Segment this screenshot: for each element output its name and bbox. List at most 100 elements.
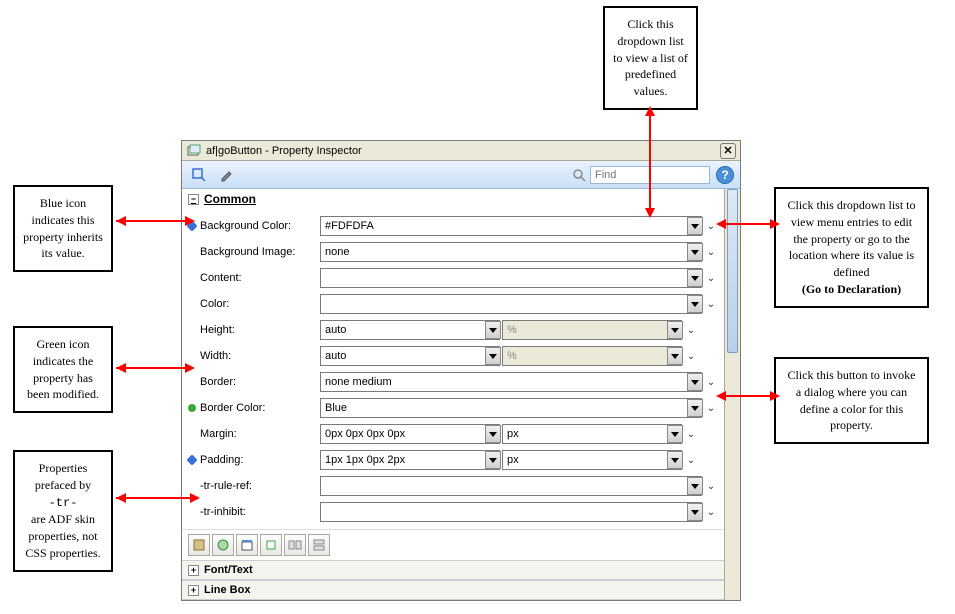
dropdown-icon[interactable]	[667, 347, 683, 365]
tool3-button[interactable]	[236, 534, 258, 556]
field-value: none medium	[325, 376, 392, 388]
content-area: − Common Background Color: #FDFDFA ⌄ Bac…	[182, 189, 740, 600]
prop-tr-rule-ref: -tr-rule-ref: ⌄	[188, 473, 718, 499]
callout-top: Click this dropdown list to view a list …	[603, 6, 698, 110]
menu-chevron[interactable]: ⌄	[684, 425, 698, 443]
dropdown-icon[interactable]	[485, 347, 501, 365]
titlebar: af|goButton - Property Inspector ✕	[182, 141, 740, 161]
field-value: #FDFDFA	[325, 220, 374, 232]
dropdown-icon[interactable]	[687, 503, 703, 521]
prop-label-text: Background Color:	[200, 220, 291, 232]
search-box	[572, 166, 710, 184]
arrow-head-icon	[770, 391, 780, 401]
section-linebox[interactable]: + Line Box	[182, 580, 724, 600]
margin-unit-field[interactable]: px	[502, 424, 682, 444]
search-icon	[572, 168, 586, 182]
width-unit-field[interactable]: %	[502, 346, 682, 366]
trrule-field[interactable]	[320, 476, 702, 496]
trinhibit-field[interactable]	[320, 502, 702, 522]
arrow-head-icon	[185, 363, 195, 373]
menu-chevron[interactable]: ⌄	[704, 477, 718, 495]
prop-background-image: Background Image: none ⌄	[188, 239, 718, 265]
edit-button[interactable]	[216, 164, 238, 186]
dropdown-icon[interactable]	[687, 243, 703, 261]
arrow-head-icon	[190, 493, 200, 503]
callout-color-button: Click this button to invoke a dialog whe…	[774, 357, 929, 444]
tool4-button[interactable]	[260, 534, 282, 556]
field-value: %	[507, 324, 517, 336]
menu-chevron[interactable]: ⌄	[684, 347, 698, 365]
content-field[interactable]	[320, 268, 702, 288]
tool1-button[interactable]	[188, 534, 210, 556]
dropdown-icon[interactable]	[667, 321, 683, 339]
locate-button[interactable]	[188, 164, 210, 186]
arrow-head-icon	[116, 363, 126, 373]
field-value: 0px 0px 0px 0px	[325, 428, 405, 440]
scrollbar-thumb[interactable]	[727, 189, 738, 353]
arrow-line	[725, 395, 772, 397]
section-fonttext[interactable]: + Font/Text	[182, 560, 724, 580]
dropdown-icon[interactable]	[687, 477, 703, 495]
bgcolor-field[interactable]: #FDFDFA	[320, 216, 702, 236]
dropdown-icon[interactable]	[687, 295, 703, 313]
arrow-line	[116, 220, 186, 222]
menu-chevron[interactable]: ⌄	[704, 503, 718, 521]
expand-icon[interactable]: +	[188, 565, 199, 576]
prop-label-text: Color:	[200, 298, 229, 310]
dropdown-icon[interactable]	[687, 269, 703, 287]
collapse-icon[interactable]: −	[188, 194, 199, 205]
padding-unit-field[interactable]: px	[502, 450, 682, 470]
dropdown-icon[interactable]	[687, 399, 703, 417]
prop-background-color: Background Color: #FDFDFA ⌄	[188, 213, 718, 239]
menu-chevron[interactable]: ⌄	[704, 399, 718, 417]
tool5-button[interactable]	[284, 534, 306, 556]
section-common[interactable]: − Common	[182, 189, 724, 209]
height-unit-field[interactable]: %	[502, 320, 682, 340]
arrow-line	[116, 367, 186, 369]
menu-chevron[interactable]: ⌄	[704, 269, 718, 287]
property-inspector-window: af|goButton - Property Inspector ✕ ? − C…	[181, 140, 741, 601]
margin-field[interactable]: 0px 0px 0px 0px	[320, 424, 500, 444]
field-value: px	[507, 454, 519, 466]
prop-label-text: Width:	[200, 350, 231, 362]
menu-chevron[interactable]: ⌄	[704, 243, 718, 261]
dropdown-icon[interactable]	[485, 451, 501, 469]
toolbar: ?	[182, 161, 740, 189]
color-field[interactable]	[320, 294, 702, 314]
border-field[interactable]: none medium	[320, 372, 702, 392]
section-label: Common	[204, 192, 256, 206]
section-label: Font/Text	[204, 564, 253, 576]
dropdown-icon[interactable]	[687, 217, 703, 235]
bgimage-field[interactable]: none	[320, 242, 702, 262]
close-button[interactable]: ✕	[720, 143, 736, 159]
tool6-button[interactable]	[308, 534, 330, 556]
prop-content: Content: ⌄	[188, 265, 718, 291]
help-button[interactable]: ?	[716, 166, 734, 184]
prop-tr-inhibit: -tr-inhibit: ⌄	[188, 499, 718, 525]
dropdown-icon[interactable]	[667, 425, 683, 443]
dropdown-icon[interactable]	[667, 451, 683, 469]
callout-text: are ADF skin properties, not CSS propert…	[25, 512, 100, 560]
expand-icon[interactable]: +	[188, 585, 199, 596]
menu-chevron[interactable]: ⌄	[704, 295, 718, 313]
dropdown-icon[interactable]	[485, 425, 501, 443]
inherits-icon	[186, 454, 197, 465]
prop-label-text: Padding:	[200, 454, 243, 466]
prop-color: Color: ⌄	[188, 291, 718, 317]
tool2-button[interactable]	[212, 534, 234, 556]
dropdown-icon[interactable]	[687, 373, 703, 391]
menu-chevron[interactable]: ⌄	[684, 321, 698, 339]
window-icon	[186, 143, 202, 159]
menu-chevron[interactable]: ⌄	[684, 451, 698, 469]
dropdown-icon[interactable]	[485, 321, 501, 339]
callout-code: -tr-	[49, 496, 78, 510]
prop-label-text: Height:	[200, 324, 235, 336]
bordercolor-field[interactable]: Blue	[320, 398, 702, 418]
section-label: Line Box	[204, 584, 250, 596]
height-field[interactable]: auto	[320, 320, 500, 340]
callout-tr-prefix: Properties prefaced by -tr- are ADF skin…	[13, 450, 113, 572]
arrow-line	[649, 115, 651, 210]
padding-field[interactable]: 1px 1px 0px 2px	[320, 450, 500, 470]
menu-chevron[interactable]: ⌄	[704, 373, 718, 391]
width-field[interactable]: auto	[320, 346, 500, 366]
